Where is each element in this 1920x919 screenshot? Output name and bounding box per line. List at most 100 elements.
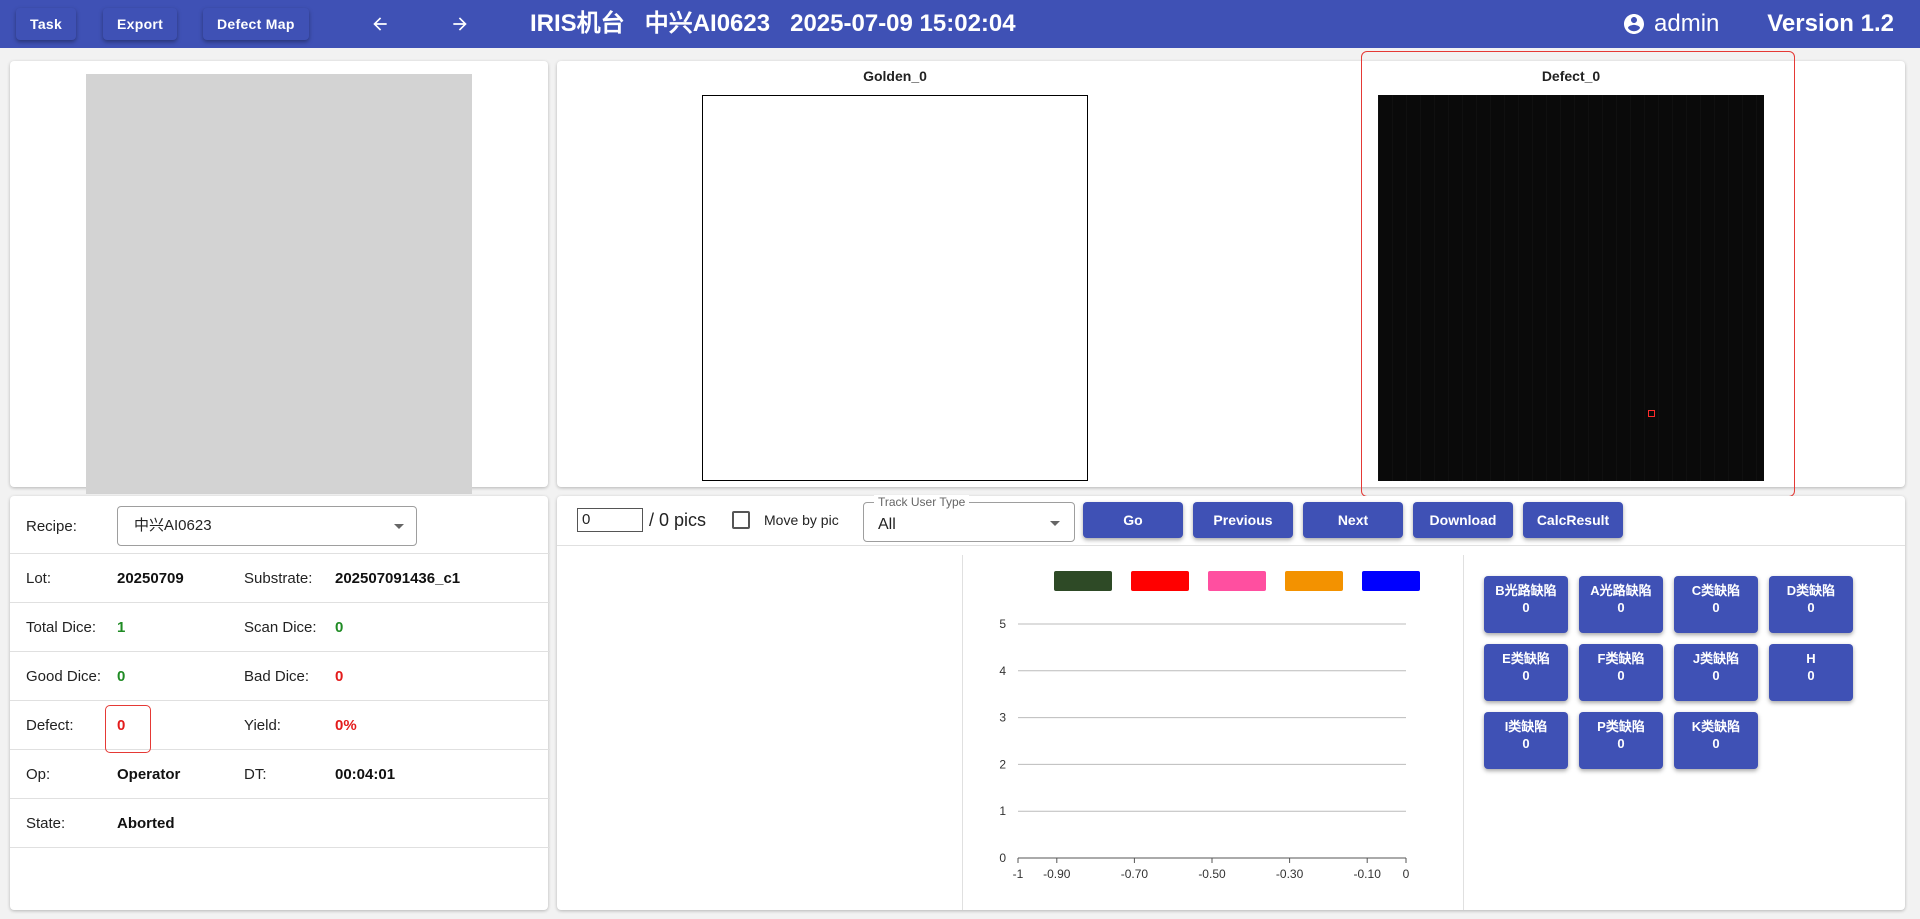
pic-index-input[interactable]: 0	[577, 508, 643, 532]
defect-category-button[interactable]: D类缺陷 0	[1769, 576, 1853, 633]
pic-count: / 0 pics	[649, 510, 707, 530]
good-dice-label: Good Dice:	[26, 668, 102, 685]
datetime: 2025-07-09 15:02:04	[790, 10, 1016, 37]
previous-button[interactable]: Previous	[1193, 502, 1293, 538]
y-tick-label: 3	[999, 711, 1006, 725]
substrate-label: Substrate:	[244, 570, 313, 587]
version-label: Version 1.2	[1767, 10, 1894, 37]
category-name: B光路缺陷	[1495, 583, 1557, 598]
state-value: Aborted	[117, 815, 175, 832]
x-tick-label: -0.30	[1276, 867, 1304, 881]
move-by-pic-checkbox[interactable]	[732, 511, 750, 529]
export-button[interactable]: Export	[103, 8, 178, 40]
yield-label: Yield:	[244, 717, 281, 734]
golden-image[interactable]	[702, 95, 1088, 481]
dt-label: DT:	[244, 766, 267, 783]
wafer-map-panel	[10, 61, 548, 494]
yield-value: 0%	[335, 717, 357, 734]
defect-value: 0	[117, 717, 126, 734]
op-label: Op:	[26, 766, 51, 783]
defect-category-button[interactable]: B光路缺陷 0	[1484, 576, 1568, 633]
wafer-map-placeholder[interactable]	[86, 74, 472, 494]
next-button[interactable]: Next	[1303, 502, 1403, 538]
defect-category-button[interactable]: F类缺陷 0	[1579, 644, 1663, 701]
defect-category-button[interactable]: H0	[1769, 644, 1853, 701]
total-dice-value: 1	[117, 619, 126, 636]
defect-chart: 0 1 2 3 4 5 -1 -0.90 -0.70 -0.50 -0.30 -0.10 0	[999, 571, 1420, 881]
top-app-bar: Task Export Defect Map IRIS机台 中兴AI0623 2…	[0, 0, 1920, 48]
category-name: C类缺陷	[1691, 583, 1741, 598]
y-tick-label: 5	[999, 617, 1006, 631]
x-tick-label: -0.90	[1043, 867, 1071, 881]
y-tick-label: 1	[999, 804, 1006, 818]
defect-category-button[interactable]: E类缺陷 0	[1484, 644, 1568, 701]
recipe-title: 中兴AI0623	[644, 10, 771, 37]
y-tick-label: 2	[999, 757, 1006, 771]
defect-label: Defect:	[26, 717, 74, 734]
dt-value: 00:04:01	[335, 766, 396, 783]
legend-swatch[interactable]	[1131, 571, 1189, 591]
golden-image-title: Golden_0	[863, 68, 927, 84]
good-bad-row: Good Dice: 0 Bad Dice: 0	[10, 652, 550, 701]
category-name: H	[1806, 651, 1816, 666]
x-tick-label: -0.10	[1354, 867, 1382, 881]
dice-row: Total Dice: 1 Scan Dice: 0	[10, 603, 550, 652]
defect-category-button[interactable]: P类缺陷 0	[1579, 712, 1663, 769]
category-count: 0	[1712, 736, 1720, 751]
legend-swatch[interactable]	[1208, 571, 1266, 591]
category-count: 0	[1522, 600, 1530, 615]
move-by-pic-label: Move by pic	[764, 512, 839, 528]
defect-count-highlight	[105, 705, 151, 753]
calc-result-button[interactable]: CalcResult	[1523, 502, 1623, 538]
defect-image-highlight	[1361, 51, 1795, 497]
back-button[interactable]	[360, 8, 400, 40]
legend-swatch[interactable]	[1054, 571, 1112, 591]
recipe-select[interactable]: 中兴AI0623	[117, 506, 417, 546]
defect-category-button[interactable]: K类缺陷 0	[1674, 712, 1758, 769]
category-count: 0	[1712, 668, 1720, 683]
defect-category-button[interactable]: C类缺陷 0	[1674, 576, 1758, 633]
track-user-type-value: All	[878, 516, 896, 533]
scan-dice-label: Scan Dice:	[244, 619, 317, 636]
category-name: A光路缺陷	[1590, 583, 1652, 598]
lot-label: Lot:	[26, 570, 52, 587]
substrate-value: 202507091436_c1	[335, 570, 461, 587]
legend-swatch[interactable]	[1285, 571, 1343, 591]
defect-category-button[interactable]: I类缺陷 0	[1484, 712, 1568, 769]
x-tick-label: -0.50	[1198, 867, 1226, 881]
state-row: State: Aborted	[10, 799, 550, 848]
category-count: 0	[1617, 736, 1625, 751]
forward-button[interactable]	[440, 8, 480, 40]
category-count: 0	[1807, 668, 1815, 683]
category-count: 0	[1617, 600, 1625, 615]
category-name: E类缺陷	[1502, 651, 1550, 666]
divider	[1463, 555, 1464, 910]
user-menu[interactable]: admin	[1622, 0, 1719, 48]
recipe-select-value: 中兴AI0623	[134, 517, 212, 534]
legend-swatch[interactable]	[1362, 571, 1420, 591]
account-circle-icon	[1624, 14, 1644, 34]
arrow-left-icon	[373, 17, 387, 31]
bad-dice-label: Bad Dice:	[244, 668, 310, 685]
username: admin	[1654, 10, 1720, 37]
category-name: J类缺陷	[1692, 651, 1740, 666]
op-value: Operator	[117, 766, 181, 783]
recipe-row: Recipe: 中兴AI0623	[10, 496, 550, 554]
task-button[interactable]: Task	[16, 8, 77, 40]
defect-category-button[interactable]: A光路缺陷 0	[1579, 576, 1663, 633]
info-panel: Recipe: 中兴AI0623 Lot: 20250709 Substrate…	[10, 496, 550, 910]
category-name: K类缺陷	[1691, 719, 1741, 734]
go-button[interactable]: Go	[1083, 502, 1183, 538]
track-user-type-label: Track User Type	[874, 495, 970, 509]
defect-category-button[interactable]: J类缺陷 0	[1674, 644, 1758, 701]
machine-name: IRIS机台	[530, 10, 625, 37]
bad-dice-value: 0	[335, 668, 344, 685]
y-tick-label: 0	[999, 851, 1006, 865]
category-name: F类缺陷	[1597, 651, 1645, 666]
arrow-right-icon	[453, 17, 467, 31]
track-user-type-select[interactable]: Track User Type All	[863, 495, 1075, 542]
category-count: 0	[1712, 600, 1720, 615]
lot-row: Lot: 20250709 Substrate: 202507091436_c1	[10, 554, 550, 603]
defect-map-button[interactable]: Defect Map	[203, 8, 309, 40]
download-button[interactable]: Download	[1413, 502, 1513, 538]
